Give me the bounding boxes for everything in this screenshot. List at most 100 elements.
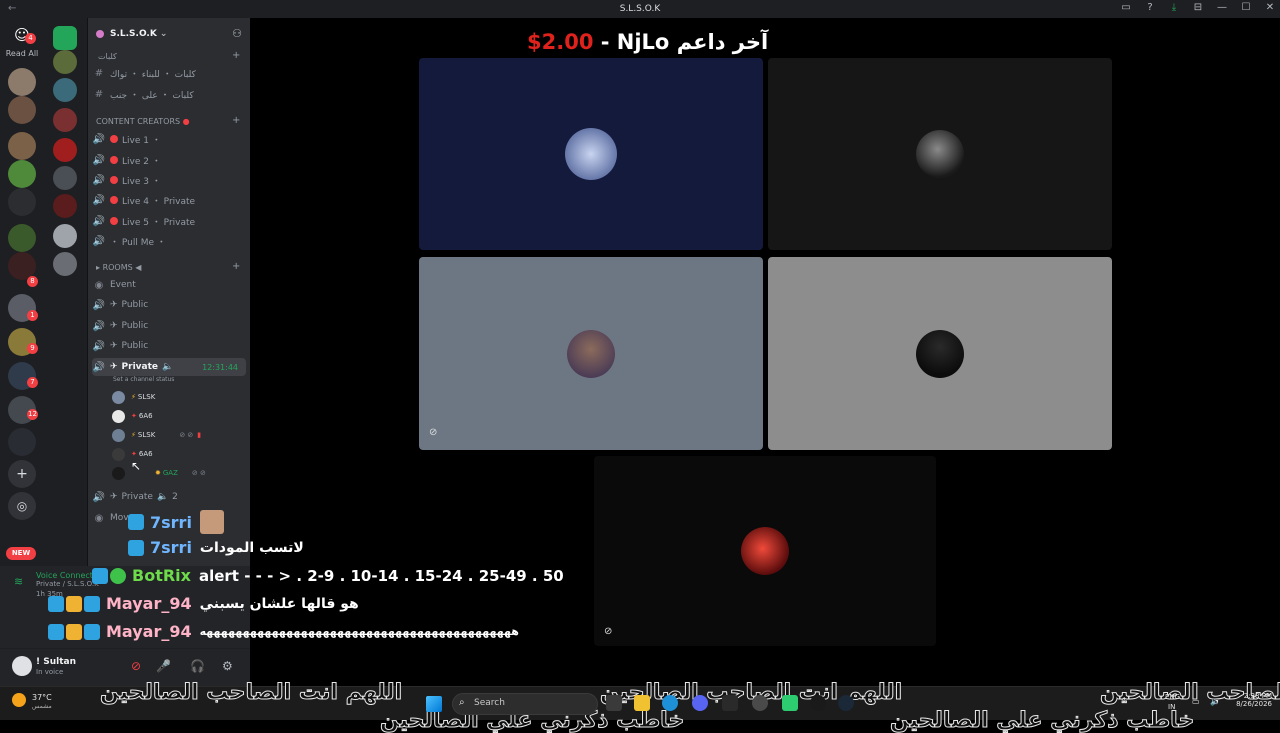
donor-amount: $2.00 [527,30,594,54]
maximize-button[interactable]: ☐ [1240,2,1252,13]
voice-user[interactable]: ⚡ SLSK ⊘ ⊘ ▮ [112,427,201,443]
video-tile[interactable] [419,58,763,250]
add-channel-icon[interactable]: + [232,50,240,61]
voice-channel-live-3[interactable]: 🔊 Live 3 ・ [92,171,242,189]
guild-icon[interactable] [8,160,36,188]
guild-icon[interactable] [53,194,77,218]
voice-channel-public[interactable]: 🔊 ✈ Public [92,296,242,314]
guild-icon[interactable] [53,78,77,102]
voice-user[interactable]: ✹ GAZ ⊘ ⊘ [112,465,206,481]
voice-user[interactable]: ⚡ SLSK [112,389,155,405]
server-header[interactable]: S.L.S.O.K ⌄ ⚇ [88,18,250,50]
taskbar-clock[interactable]: 2:38 PM 8/26/2026 [1228,692,1272,708]
voice-channel-private-active[interactable]: 🔊 ✈ Private 🔈 12:31:44 [92,358,246,376]
speaker-icon: 🔊 [92,320,106,332]
voice-channel-pull-me[interactable]: 🔊 ・ Pull Me ・ [92,232,242,250]
guild-icon[interactable] [53,252,77,276]
guild-icon[interactable] [53,138,77,162]
chat-username: 7srri [150,538,192,557]
task-view-icon[interactable] [606,695,622,711]
steam-icon[interactable] [838,695,854,711]
microphone-icon[interactable]: 🎤 [156,659,171,673]
voice-user-tag: SLSK [137,393,156,401]
category-content-creators[interactable]: CONTENT CREATORS ● + [96,115,240,126]
video-tile[interactable] [768,58,1112,250]
muted-icon: ⊘ ⊘ [191,469,206,477]
avatar[interactable] [12,656,32,676]
language-indicator[interactable]: ENG [1165,693,1180,701]
chat-overlay-line: 7srri [128,510,226,534]
channel-label: Live 5 ・ Private [122,217,196,228]
stream-off-icon[interactable]: ⊘ [131,659,141,673]
help-icon[interactable]: ? [1144,2,1156,13]
headphones-icon[interactable]: 🎧 [190,659,205,673]
voice-user[interactable]: ✦ 6A6 [112,408,153,424]
stream-muted-icon[interactable]: ⊘ [604,626,612,637]
guild-icon[interactable] [8,428,36,456]
weather-sun-icon[interactable] [12,693,26,707]
app-icon[interactable] [722,695,738,711]
text-channel[interactable]: # كلبات ・ للبناء ・ تواك [92,64,242,82]
clock-time: 2:38 PM [1243,692,1272,700]
guild-icon[interactable] [53,224,77,248]
text-channel[interactable]: # كلبات ・ على ・ جنب [92,85,242,103]
voice-channel-private-2[interactable]: 🔊 ✈ Private 🔈 2 [92,488,242,506]
new-badge[interactable]: NEW [6,547,36,560]
weather-temp[interactable]: 37°C [32,693,52,702]
channel-label: Live 4 ・ Private [122,196,196,207]
guild-icon[interactable] [8,96,36,124]
voice-channel-live-2[interactable]: 🔊 Live 2 ・ [92,151,242,169]
minimize-button[interactable]: — [1216,2,1228,13]
tray-chevron-icon[interactable]: ⌃ [1120,697,1127,706]
avatar [916,329,964,378]
edge-icon[interactable] [662,695,678,711]
file-explorer-icon[interactable] [634,695,650,711]
guild-icon[interactable] [8,224,36,252]
app-icon[interactable] [810,695,826,711]
invite-people-icon[interactable]: ⚇ [232,27,242,40]
video-tile[interactable]: ⊘ [419,257,763,450]
folder-icon[interactable] [53,26,77,50]
add-server-icon[interactable]: + [8,460,36,488]
guild-icon[interactable] [8,68,36,96]
explore-icon[interactable]: ◎ [8,492,36,520]
stream-muted-icon[interactable]: ⊘ [429,427,437,438]
ticker-text: خاطب ذكرني علي الصالحين [889,708,1195,733]
add-channel-icon[interactable]: + [232,261,240,272]
speaker-active-icon: 🔊 [92,361,106,373]
voice-channel-public[interactable]: 🔊 ✈ Public [92,317,242,335]
guild-icon[interactable] [53,50,77,74]
red-dot-icon [110,135,118,143]
voice-channel-public[interactable]: 🔊 ✈ Public [92,337,242,355]
chat-username: BotRix [132,566,191,585]
guild-icon[interactable] [53,166,77,190]
speaker-icon: 🔊 [92,194,106,206]
app-icon[interactable] [782,695,798,711]
guild-icon[interactable] [53,108,77,132]
channel-label: Live 2 ・ [122,156,161,167]
discord-icon[interactable] [692,695,708,711]
windows-start-icon[interactable] [426,696,442,712]
category-first[interactable]: كلبات + [98,50,240,61]
channel-status[interactable]: Set a channel status [113,376,174,383]
close-button[interactable]: ✕ [1264,2,1276,13]
voice-channel-live-4[interactable]: 🔊 Live 4 ・ Private [92,191,242,209]
voice-connected-channel[interactable]: Private / S.L.S.O.K [36,580,99,588]
inbox-icon[interactable]: ▭ [1120,2,1132,13]
stage-channel-event[interactable]: ◉ Event [92,276,242,294]
voice-channel-live-1[interactable]: 🔊 Live 1 ・ [92,130,242,148]
speaker-icon[interactable]: 🔈 [1210,697,1220,706]
read-all-button[interactable]: Read All [0,49,44,58]
add-channel-icon[interactable]: + [232,115,240,126]
gear-icon[interactable]: ⚙ [222,659,233,673]
guild-icon[interactable] [8,132,36,160]
voice-channel-live-5[interactable]: 🔊 Live 5 ・ Private [92,212,242,230]
obs-icon[interactable] [752,695,768,711]
video-tile[interactable]: ⊘ [594,456,936,646]
download-icon[interactable]: ⤓ [1168,2,1180,13]
guild-icon[interactable] [8,188,36,216]
monitor-icon[interactable]: ▭ [1192,697,1200,706]
video-tile[interactable] [768,257,1112,450]
layout-icon[interactable]: ⊟ [1192,2,1204,13]
category-rooms[interactable]: ▸ ROOMS ◀ + [96,261,240,272]
